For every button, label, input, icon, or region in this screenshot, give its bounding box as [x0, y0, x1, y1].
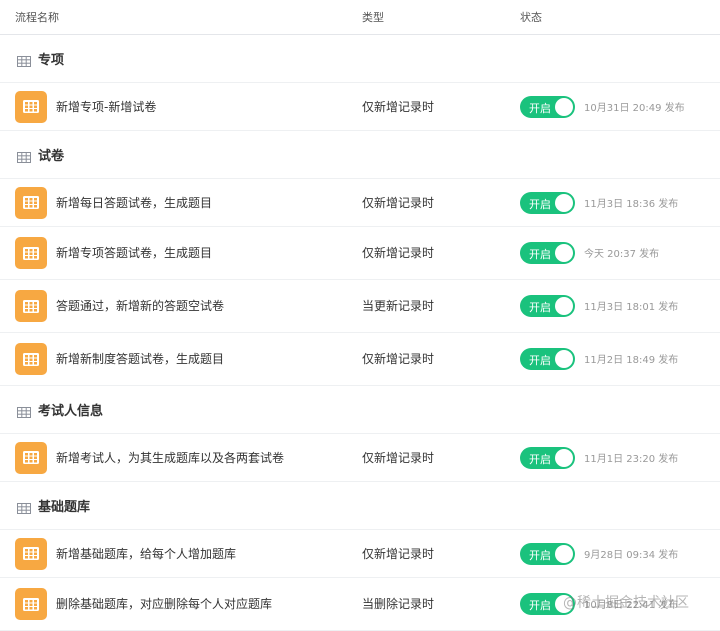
publish-time: 10月31日 20:49 发布	[584, 102, 685, 114]
workflow-row[interactable]: 新增考试人，为其生成题库以及各两套试卷 仅新增记录时 开启 11月1日 23:20 发…	[0, 434, 720, 482]
workflow-row[interactable]: 新增基础题库，给每个人增加题库 仅新增记录时 开启 9月28日 09:34 发布	[0, 530, 720, 578]
toggle-knob	[555, 244, 573, 262]
workflow-name[interactable]: 新增基础题库，给每个人增加题库	[56, 545, 236, 562]
group-title: 试卷	[38, 149, 65, 164]
workflow-name[interactable]: 删除基础题库，对应删除每个人对应题库	[56, 595, 272, 612]
toggle-knob	[555, 544, 573, 563]
workflow-name[interactable]: 新增新制度答题试卷，生成题目	[56, 350, 224, 367]
group-title: 考试人信息	[38, 404, 104, 419]
workflow-name[interactable]: 新增专项-新增试卷	[56, 98, 156, 115]
table-header: 流程名称 类型 状态	[0, 0, 720, 35]
column-header-type: 类型	[362, 11, 384, 24]
table-icon	[17, 52, 31, 71]
workflow-name[interactable]: 新增专项答题试卷，生成题目	[56, 244, 212, 261]
publish-time: 11月3日 18:01 发布	[584, 302, 679, 313]
workflow-trigger-type: 仅新增记录时	[362, 195, 435, 210]
table-icon	[17, 499, 31, 518]
enable-toggle[interactable]: 开启	[520, 446, 575, 469]
workflow-app-icon	[15, 537, 47, 570]
enable-toggle[interactable]: 开启	[520, 242, 575, 264]
toggle-label: 开启	[529, 599, 551, 612]
workflow-trigger-type: 仅新增记录时	[362, 246, 435, 260]
workflow-app-icon	[15, 186, 47, 219]
group-header: 专项	[0, 35, 720, 83]
toggle-label: 开启	[529, 248, 551, 261]
workflow-app-icon	[15, 237, 47, 269]
toggle-knob	[555, 350, 573, 368]
group-header: 试卷	[0, 131, 720, 179]
enable-toggle[interactable]: 开启	[520, 542, 575, 565]
workflow-trigger-type: 当删除记录时	[362, 597, 435, 611]
workflow-trigger-type: 当更新记录时	[362, 299, 435, 313]
column-header-name: 流程名称	[15, 11, 59, 24]
workflow-trigger-type: 仅新增记录时	[362, 546, 435, 561]
group-title: 专项	[38, 53, 65, 68]
toggle-label: 开启	[529, 197, 551, 211]
enable-toggle[interactable]: 开启	[520, 348, 575, 370]
toggle-label: 开启	[529, 354, 551, 367]
watermark: @稀土掘金技术社区	[563, 595, 689, 611]
workflow-trigger-type: 仅新增记录时	[362, 99, 435, 114]
toggle-label: 开启	[529, 548, 551, 562]
workflow-app-icon	[15, 343, 47, 375]
workflow-row[interactable]: 新增每日答题试卷，生成题目 仅新增记录时 开启 11月3日 18:36 发布	[0, 179, 720, 227]
workflow-row[interactable]: 答题通过，新增新的答题空试卷 当更新记录时 开启 11月3日 18:01 发布	[0, 280, 720, 333]
workflow-app-icon	[15, 290, 47, 322]
toggle-knob	[555, 297, 573, 315]
workflow-name[interactable]: 答题通过，新增新的答题空试卷	[56, 297, 224, 314]
workflow-app-icon	[15, 90, 47, 123]
workflow-trigger-type: 仅新增记录时	[362, 352, 435, 366]
workflow-name[interactable]: 新增考试人，为其生成题库以及各两套试卷	[56, 449, 284, 466]
enable-toggle[interactable]: 开启	[520, 295, 575, 317]
publish-time: 9月28日 09:34 发布	[584, 549, 679, 561]
toggle-knob	[555, 97, 573, 116]
workflow-app-icon	[15, 588, 47, 620]
workflow-row[interactable]: 新增新制度答题试卷，生成题目 仅新增记录时 开启 11月2日 18:49 发布	[0, 333, 720, 386]
toggle-label: 开启	[529, 101, 551, 115]
workflow-app-icon	[15, 441, 47, 474]
toggle-label: 开启	[529, 452, 551, 466]
enable-toggle[interactable]: 开启	[520, 191, 575, 214]
publish-time: 11月2日 18:49 发布	[584, 355, 679, 366]
enable-toggle[interactable]: 开启	[520, 95, 575, 118]
workflow-row[interactable]: 新增专项-新增试卷 仅新增记录时 开启 10月31日 20:49 发布	[0, 83, 720, 131]
group-title: 基础题库	[38, 500, 91, 515]
workflow-name[interactable]: 新增每日答题试卷，生成题目	[56, 194, 212, 211]
workflow-row[interactable]: 新增专项答题试卷，生成题目 仅新增记录时 开启 今天 20:37 发布	[0, 227, 720, 280]
toggle-knob	[555, 193, 573, 212]
group-header: 考试人信息	[0, 386, 720, 434]
workflow-list: 专项 新增专项-新增试卷 仅新增记录时 开启 10月31日 20:49 发布 试卷 新增每日…	[0, 35, 720, 631]
workflow-trigger-type: 仅新增记录时	[362, 450, 435, 465]
table-icon	[17, 403, 31, 422]
publish-time: 今天 20:37 发布	[584, 249, 660, 260]
group-header: 基础题库	[0, 482, 720, 530]
publish-time: 11月1日 23:20 发布	[584, 453, 679, 465]
table-icon	[17, 148, 31, 167]
toggle-knob	[555, 448, 573, 467]
toggle-label: 开启	[529, 301, 551, 314]
column-header-status: 状态	[520, 11, 542, 24]
publish-time: 11月3日 18:36 发布	[584, 198, 679, 210]
